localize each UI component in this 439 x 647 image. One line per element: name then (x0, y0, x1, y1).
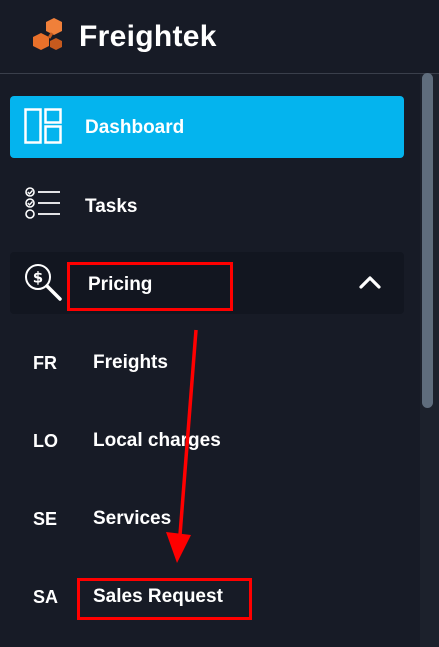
sidebar-scrollbar-thumb[interactable] (422, 73, 433, 408)
sidebar-subitem-services[interactable]: SE Services (0, 489, 420, 549)
app-header: Freightek (0, 0, 439, 74)
tasks-checklist-icon (25, 187, 60, 219)
sales-request-highlight-box (77, 578, 252, 620)
svg-text:$: $ (33, 269, 43, 287)
subitem-label: Freights (93, 352, 168, 373)
subitem-label: Local charges (93, 430, 221, 451)
subitem-abbreviation: FR (33, 353, 57, 373)
pricing-magnifier-icon: $ (25, 264, 62, 301)
sidebar-item-dashboard[interactable]: Dashboard (10, 96, 404, 158)
dashboard-icon (24, 108, 62, 144)
subitem-abbreviation: LO (33, 431, 58, 451)
sidebar-item-label: Dashboard (85, 117, 185, 138)
chevron-up-icon[interactable] (359, 275, 381, 289)
sidebar-subitem-freights[interactable]: FR Freights (0, 333, 420, 393)
sidebar-item-tasks[interactable]: Tasks (10, 175, 404, 237)
subitem-abbreviation: SA (33, 587, 59, 607)
subitem-label: Services (93, 508, 172, 529)
sidebar-subitem-local-charges[interactable]: LO Local charges (0, 411, 420, 471)
pricing-highlight-box (67, 262, 233, 311)
subitem-abbreviation: SE (33, 509, 58, 529)
sidebar-item-label: Tasks (85, 196, 138, 217)
freightek-logo-icon (33, 18, 62, 50)
brand-name[interactable]: Freightek (79, 18, 217, 56)
